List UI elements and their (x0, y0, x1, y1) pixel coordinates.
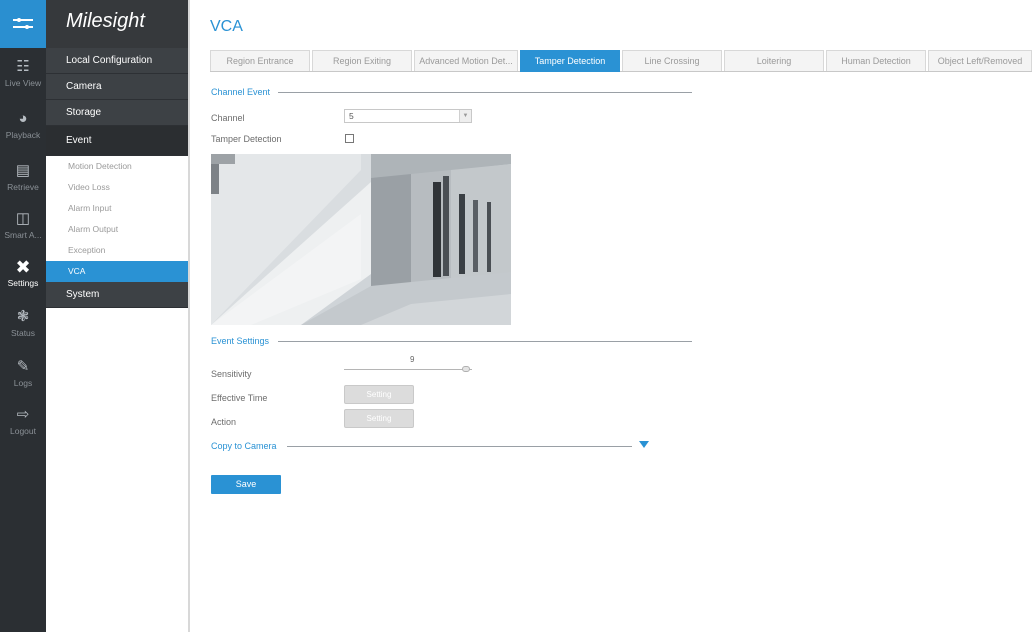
sensitivity-value: 9 (410, 355, 415, 364)
menu-item-event[interactable]: Event (46, 126, 188, 156)
action-setting-button[interactable]: Setting (344, 409, 414, 428)
rail-label: Status (10, 328, 36, 338)
expand-arrow-icon[interactable] (639, 441, 649, 448)
camera-preview[interactable] (211, 154, 511, 325)
sensitivity-label: Sensitivity (211, 369, 252, 379)
sub-item-alarm-input[interactable]: Alarm Input (46, 198, 188, 219)
tab-region-exiting[interactable]: Region Exiting (312, 50, 412, 71)
section-divider (278, 341, 692, 342)
rail-item-logs[interactable]: ✎ Logs (0, 352, 46, 400)
logo: Milesight (46, 0, 188, 48)
menu-item-storage[interactable]: Storage (46, 100, 188, 126)
rail-item-status[interactable]: ❃ Status (0, 302, 46, 350)
sub-item-exception[interactable]: Exception (46, 240, 188, 261)
menu-toggle-button[interactable] (0, 0, 46, 48)
playback-icon: ◕ (18, 110, 28, 127)
rail-item-live-view[interactable]: ☷ Live View (0, 52, 46, 100)
settings-icon: ✖ (15, 257, 31, 277)
effective-time-label: Effective Time (211, 393, 268, 403)
tab-bar: Region Entrance Region Exiting Advanced … (210, 50, 1032, 72)
rail-label: Logout (10, 426, 36, 436)
tab-human-detection[interactable]: Human Detection (826, 50, 926, 71)
sub-item-vca[interactable]: VCA (46, 261, 188, 282)
tab-tamper-detection[interactable]: Tamper Detection (520, 50, 620, 72)
rail-label: Retrieve (7, 182, 39, 192)
section-divider (287, 446, 632, 447)
settings-menu: Milesight Local Configuration Camera Sto… (46, 0, 190, 632)
save-button[interactable]: Save (211, 475, 281, 494)
tamper-detection-label: Tamper Detection (211, 134, 282, 144)
sensitivity-slider-handle[interactable] (462, 366, 470, 372)
retrieve-icon: ▤ (15, 162, 31, 179)
status-icon: ❃ (16, 308, 30, 325)
nav-rail: ☷ Live View ◕ Playback ▤ Retrieve ◫ Smar… (0, 0, 46, 632)
sensitivity-slider[interactable] (344, 369, 472, 370)
tab-line-crossing[interactable]: Line Crossing (622, 50, 722, 71)
tab-advanced-motion-detection[interactable]: Advanced Motion Det... (414, 50, 518, 71)
copy-to-camera-label[interactable]: Copy to Camera (211, 441, 277, 451)
tamper-detection-checkbox[interactable] (345, 134, 354, 143)
rail-item-playback[interactable]: ◕ Playback (0, 104, 46, 152)
menu-toggle-icon (13, 18, 33, 29)
rail-label: Live View (4, 78, 42, 88)
rail-label: Settings (7, 278, 39, 288)
action-label: Action (211, 417, 237, 427)
live-view-icon: ☷ (16, 58, 30, 75)
rail-item-retrieve[interactable]: ▤ Retrieve (0, 156, 46, 204)
rail-item-logout[interactable]: ⇨ Logout (0, 400, 46, 448)
smart-analysis-icon: ◫ (15, 210, 31, 227)
rail-item-settings[interactable]: ✖ Settings (0, 252, 46, 300)
section-title-channel-event: Channel Event (211, 87, 271, 97)
logs-icon: ✎ (16, 358, 30, 375)
sub-item-motion-detection[interactable]: Motion Detection (46, 156, 188, 177)
channel-value: 5 (349, 111, 354, 121)
chevron-down-icon: ▼ (459, 110, 471, 122)
rail-label: Smart A... (4, 230, 42, 240)
section-title-event-settings: Event Settings (211, 336, 270, 346)
sub-item-video-loss[interactable]: Video Loss (46, 177, 188, 198)
tab-object-left-removed[interactable]: Object Left/Removed (928, 50, 1032, 71)
menu-item-system[interactable]: System (46, 282, 188, 308)
rail-label: Playback (5, 130, 41, 140)
tab-loitering[interactable]: Loitering (724, 50, 824, 71)
tab-region-entrance[interactable]: Region Entrance (210, 50, 310, 71)
channel-select[interactable]: 5 ▼ (344, 109, 472, 123)
section-divider (278, 92, 692, 93)
corridor-image (211, 154, 511, 325)
sub-item-alarm-output[interactable]: Alarm Output (46, 219, 188, 240)
effective-time-setting-button[interactable]: Setting (344, 385, 414, 404)
rail-item-smart-analysis[interactable]: ◫ Smart A... (0, 204, 46, 252)
channel-label: Channel (211, 113, 245, 123)
main-content: VCA Region Entrance Region Exiting Advan… (192, 0, 1032, 632)
rail-label: Logs (13, 378, 33, 388)
page-title: VCA (210, 18, 243, 35)
logout-icon: ⇨ (16, 406, 30, 423)
menu-item-camera[interactable]: Camera (46, 74, 188, 100)
menu-item-local-configuration[interactable]: Local Configuration (46, 48, 188, 74)
